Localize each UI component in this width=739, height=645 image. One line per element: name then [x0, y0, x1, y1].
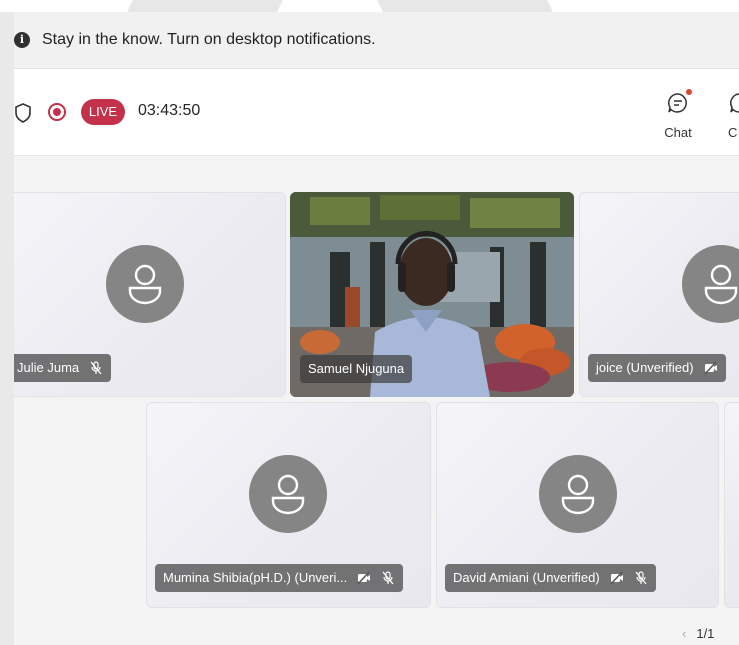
gallery-pager[interactable]: ‹ 1/1 [682, 626, 714, 641]
unread-dot [686, 89, 692, 95]
backdrop-shape [377, 0, 553, 12]
camera-off-icon [357, 571, 371, 585]
participant-name-text: David Amiani (Unverified) [453, 570, 600, 585]
person-icon [704, 264, 738, 305]
shield-icon[interactable] [14, 103, 32, 123]
window-backdrop [0, 0, 739, 12]
person-icon [271, 474, 305, 515]
participant-name: Mumina Shibia(pH.D.) (Unveri... [155, 564, 404, 592]
meeting-timer: 03:43:50 [138, 102, 201, 119]
meeting-window: i Stay in the know. Turn on desktop noti… [14, 12, 739, 645]
participant-name: Julie Juma [14, 354, 112, 382]
meeting-toolbar: LIVE 03:43:50 Chat C [14, 69, 739, 156]
avatar [539, 455, 617, 533]
avatar [106, 245, 184, 323]
chat-icon [668, 93, 687, 113]
participant-name-text: Julie Juma [17, 360, 80, 375]
camera-off-icon [703, 361, 717, 375]
info-icon: i [14, 32, 30, 48]
window-edge [0, 12, 14, 645]
chat-button[interactable]: Chat [654, 81, 702, 145]
chevron-left-icon[interactable]: ‹ [682, 626, 686, 641]
people-label: C [728, 125, 738, 140]
avatar [249, 455, 327, 533]
participant-tile[interactable]: joice (Unverified) [579, 192, 739, 397]
chat-label: Chat [664, 125, 692, 140]
video-gallery: Julie Juma Samuel Njuguna joice (Unverif… [14, 156, 739, 645]
people-icon [730, 93, 739, 113]
participant-video-tile[interactable]: Samuel Njuguna [290, 192, 574, 397]
recording-icon [48, 103, 66, 121]
camera-off-icon [610, 571, 623, 585]
participant-tile[interactable]: Julie Juma [14, 192, 286, 397]
backdrop-shape [127, 0, 283, 12]
person-icon [128, 264, 162, 305]
mic-off-icon [90, 361, 102, 375]
participant-name-text: Mumina Shibia(pH.D.) (Unveri... [163, 570, 348, 585]
notification-text: Stay in the know. Turn on desktop notifi… [42, 31, 376, 48]
participant-name: David Amiani (Unverified) [445, 564, 656, 592]
participant-name: Samuel Njuguna [300, 355, 413, 383]
mic-off-icon [382, 571, 394, 585]
participant-name-text: joice (Unverified) [596, 360, 694, 375]
mic-off-icon [635, 571, 647, 585]
people-button[interactable]: C [718, 81, 739, 145]
participant-tile[interactable]: Mumina Shibia(pH.D.) (Unveri... [146, 402, 431, 608]
participant-tile[interactable]: David Amiani (Unverified) [436, 402, 719, 608]
avatar [682, 245, 739, 323]
notification-banner[interactable]: i Stay in the know. Turn on desktop noti… [14, 12, 739, 69]
participant-name-text: Samuel Njuguna [308, 361, 405, 376]
person-icon [561, 474, 595, 515]
participant-name: joice (Unverified) [588, 354, 726, 382]
pager-label: 1/1 [696, 626, 715, 641]
participant-tile[interactable] [724, 402, 739, 608]
live-badge: LIVE [81, 99, 125, 125]
